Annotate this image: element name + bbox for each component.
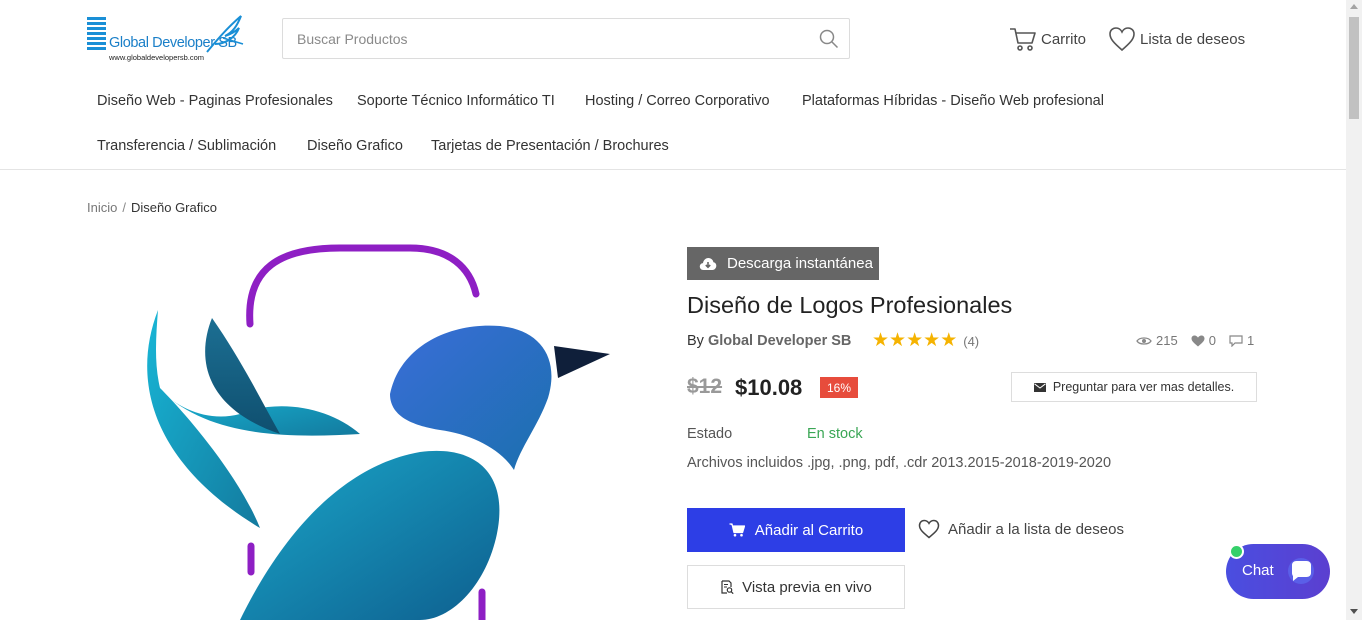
nav-item-tarjetas[interactable]: Tarjetas de Presentación / Brochures — [431, 138, 669, 154]
add-to-wishlist-link[interactable]: Añadir a la lista de deseos — [918, 519, 1124, 539]
ask-details-button[interactable]: Preguntar para ver mas detalles. — [1011, 372, 1257, 402]
wishlist-label: Lista de deseos — [1140, 30, 1246, 48]
nav-item-transferencia[interactable]: Transferencia / Sublimación — [97, 138, 276, 154]
add-to-wishlist-label: Añadir a la lista de deseos — [948, 520, 1124, 538]
ask-details-label: Preguntar para ver mas detalles. — [1052, 380, 1235, 394]
add-to-cart-button[interactable]: Añadir al Carrito — [687, 508, 905, 552]
logo-bars-icon — [87, 17, 106, 51]
star-icon: ★ — [872, 330, 890, 351]
heart-outline-icon — [918, 519, 940, 539]
included-files-text: Archivos incluidos .jpg, .png, pdf, .cdr… — [687, 455, 1112, 471]
search-box — [282, 18, 850, 59]
envelope-icon — [1033, 382, 1046, 392]
product-byline: By Global Developer SB — [687, 333, 851, 349]
eye-icon — [1136, 336, 1152, 345]
heart-filled-icon — [1191, 335, 1205, 346]
heart-icon — [1109, 27, 1135, 52]
cart-filled-icon — [729, 523, 745, 537]
cloud-download-icon — [699, 257, 717, 270]
instant-download-label: Descarga instantánea — [727, 255, 873, 272]
instant-download-badge: Descarga instantánea — [687, 247, 879, 280]
bird-logo-illustration — [147, 244, 610, 620]
logo-url: www.globaldevelopersb.com — [109, 53, 205, 62]
comments-stat[interactable]: 1 — [1229, 333, 1254, 348]
star-icon: ★ — [940, 330, 958, 351]
cart-icon — [1010, 28, 1036, 51]
page-scrollbar[interactable] — [1346, 0, 1362, 620]
current-price: $10.08 — [735, 375, 803, 400]
search-input[interactable] — [297, 29, 797, 49]
preview-doc-icon — [721, 580, 734, 594]
breadcrumb-home[interactable]: Inicio — [87, 200, 117, 215]
scrollbar-thumb[interactable] — [1349, 17, 1359, 119]
star-icon: ★ — [906, 330, 924, 351]
cart-label: Carrito — [1041, 30, 1087, 48]
site-logo[interactable]: Global Developer SB www.globaldevelopers… — [87, 14, 247, 66]
likes-stat[interactable]: 0 — [1191, 333, 1216, 348]
product-rating[interactable]: ★ ★ ★ ★ ★ (4) — [872, 331, 979, 351]
search-icon[interactable] — [819, 29, 839, 49]
author-link[interactable]: Global Developer SB — [708, 333, 851, 349]
nav-item-diseno-grafico[interactable]: Diseño Grafico — [307, 138, 403, 154]
chat-label: Chat — [1242, 562, 1274, 579]
breadcrumb-current: Diseño Grafico — [130, 200, 217, 215]
live-preview-button[interactable]: Vista previa en vivo — [687, 565, 905, 609]
nav-item-soporte[interactable]: Soporte Técnico Informático TI — [357, 93, 555, 109]
by-label: By — [687, 333, 704, 349]
comment-icon — [1229, 334, 1243, 347]
star-icon: ★ — [889, 330, 907, 351]
scroll-down-arrow-icon[interactable] — [1350, 609, 1358, 614]
main-nav: Diseño Web - Paginas Profesionales Sopor… — [0, 80, 1346, 170]
scroll-up-arrow-icon[interactable] — [1350, 4, 1358, 9]
wishlist-link[interactable]: Lista de deseos — [1108, 24, 1245, 54]
breadcrumb-separator: / — [122, 200, 126, 215]
breadcrumb: Inicio / Diseño Grafico — [87, 200, 217, 215]
add-to-cart-label: Añadir al Carrito — [754, 521, 864, 539]
feather-icon — [206, 15, 244, 53]
product-image[interactable] — [120, 238, 620, 620]
rating-count: (4) — [963, 333, 980, 349]
site-header: Global Developer SB www.globaldevelopers… — [0, 0, 1346, 80]
comments-count: 1 — [1246, 333, 1255, 348]
product-stats: 215 0 1 — [1136, 333, 1254, 348]
views-stat: 215 — [1136, 333, 1178, 348]
stock-state-label: Estado — [687, 426, 733, 442]
views-count: 215 — [1156, 333, 1178, 348]
discount-badge: 16% — [820, 377, 858, 398]
live-preview-label: Vista previa en vivo — [742, 578, 872, 596]
nav-item-diseno-web[interactable]: Diseño Web - Paginas Profesionales — [97, 93, 333, 109]
chat-online-indicator — [1229, 544, 1244, 559]
chat-bubble-icon — [1288, 558, 1314, 584]
nav-item-plataformas[interactable]: Plataformas Híbridas - Diseño Web profes… — [802, 93, 1104, 109]
old-price: $12 — [687, 375, 723, 398]
product-title: Diseño de Logos Profesionales — [687, 292, 1013, 318]
stock-state-value: En stock — [807, 426, 863, 442]
likes-count: 0 — [1208, 333, 1216, 348]
star-icon: ★ — [923, 330, 941, 351]
nav-item-hosting[interactable]: Hosting / Correo Corporativo — [585, 93, 770, 109]
cart-link[interactable]: Carrito — [1009, 24, 1086, 54]
